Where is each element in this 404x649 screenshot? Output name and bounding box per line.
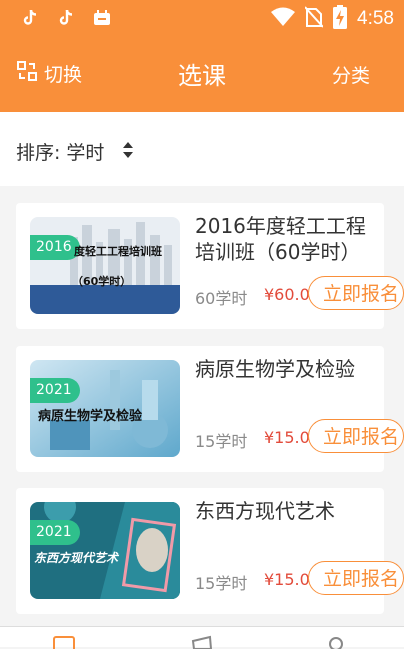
sort-label: 排序: xyxy=(16,142,61,164)
profile-tab-icon[interactable] xyxy=(324,635,348,649)
course-card[interactable]: 2021 病原生物学及检验 病原生物学及检验 15学时 ¥15.0 立即报名 xyxy=(16,346,404,472)
course-title: 东西方现代艺术 xyxy=(195,499,335,523)
thumbnail-caption: 病原生物学及检验 xyxy=(38,409,143,424)
course-price: ¥60.0 xyxy=(264,285,310,304)
sort-selector[interactable]: 排序: 学时 xyxy=(16,138,104,165)
course-thumbnail: 2016 度轻工工程培训班 （60学时） xyxy=(30,217,180,314)
year-badge: 2016 xyxy=(30,235,80,260)
sort-arrows-icon[interactable] xyxy=(122,141,134,159)
clock: 4:58 xyxy=(357,8,394,29)
thumbnail-caption: 度轻工工程培训班 xyxy=(74,245,162,258)
sort-value: 学时 xyxy=(66,142,105,164)
course-thumbnail: 2021 东西方现代艺术 xyxy=(30,502,180,599)
thumbnail-caption: 东西方现代艺术 xyxy=(34,551,119,565)
thumbnail-caption-sub: （60学时） xyxy=(72,275,132,288)
battery-charging-icon xyxy=(333,5,348,33)
enroll-button[interactable]: 立即报名 xyxy=(308,276,404,310)
tiktok-icon xyxy=(56,8,76,28)
course-hours: 15学时 xyxy=(195,574,248,593)
course-price: ¥15.0 xyxy=(264,570,310,589)
android-app-icon xyxy=(92,8,112,28)
notification-icons xyxy=(20,8,112,28)
course-card[interactable]: 2021 东西方现代艺术 东西方现代艺术 15学时 ¥15.0 立即报名 xyxy=(16,488,404,614)
app-header: 切换 选课 分类 xyxy=(0,36,404,112)
status-bar: 4:58 xyxy=(0,0,404,36)
tiktok-icon xyxy=(20,8,40,28)
course-card[interactable]: 2016 度轻工工程培训班 （60学时） 2016年度轻工工程培训班（60学时）… xyxy=(16,203,404,329)
sort-bar: 排序: 学时 xyxy=(0,112,404,186)
enroll-button[interactable]: 立即报名 xyxy=(308,561,404,595)
no-sim-icon xyxy=(304,6,324,32)
course-hours: 15学时 xyxy=(195,432,248,451)
course-title: 2016年度轻工工程培训班（60学时） xyxy=(195,214,366,264)
category-button[interactable]: 分类 xyxy=(332,61,370,88)
year-badge: 2021 xyxy=(30,520,80,545)
enroll-button[interactable]: 立即报名 xyxy=(308,419,404,453)
course-price: ¥15.0 xyxy=(264,428,310,447)
year-badge: 2021 xyxy=(30,378,80,403)
bottom-tab-bar xyxy=(0,626,404,649)
course-title: 病原生物学及检验 xyxy=(195,357,355,381)
course-thumbnail: 2021 病原生物学及检验 xyxy=(30,360,180,457)
course-tab-icon[interactable] xyxy=(52,635,76,649)
wifi-icon xyxy=(271,7,296,31)
study-tab-icon[interactable] xyxy=(190,635,214,649)
course-hours: 60学时 xyxy=(195,289,248,308)
